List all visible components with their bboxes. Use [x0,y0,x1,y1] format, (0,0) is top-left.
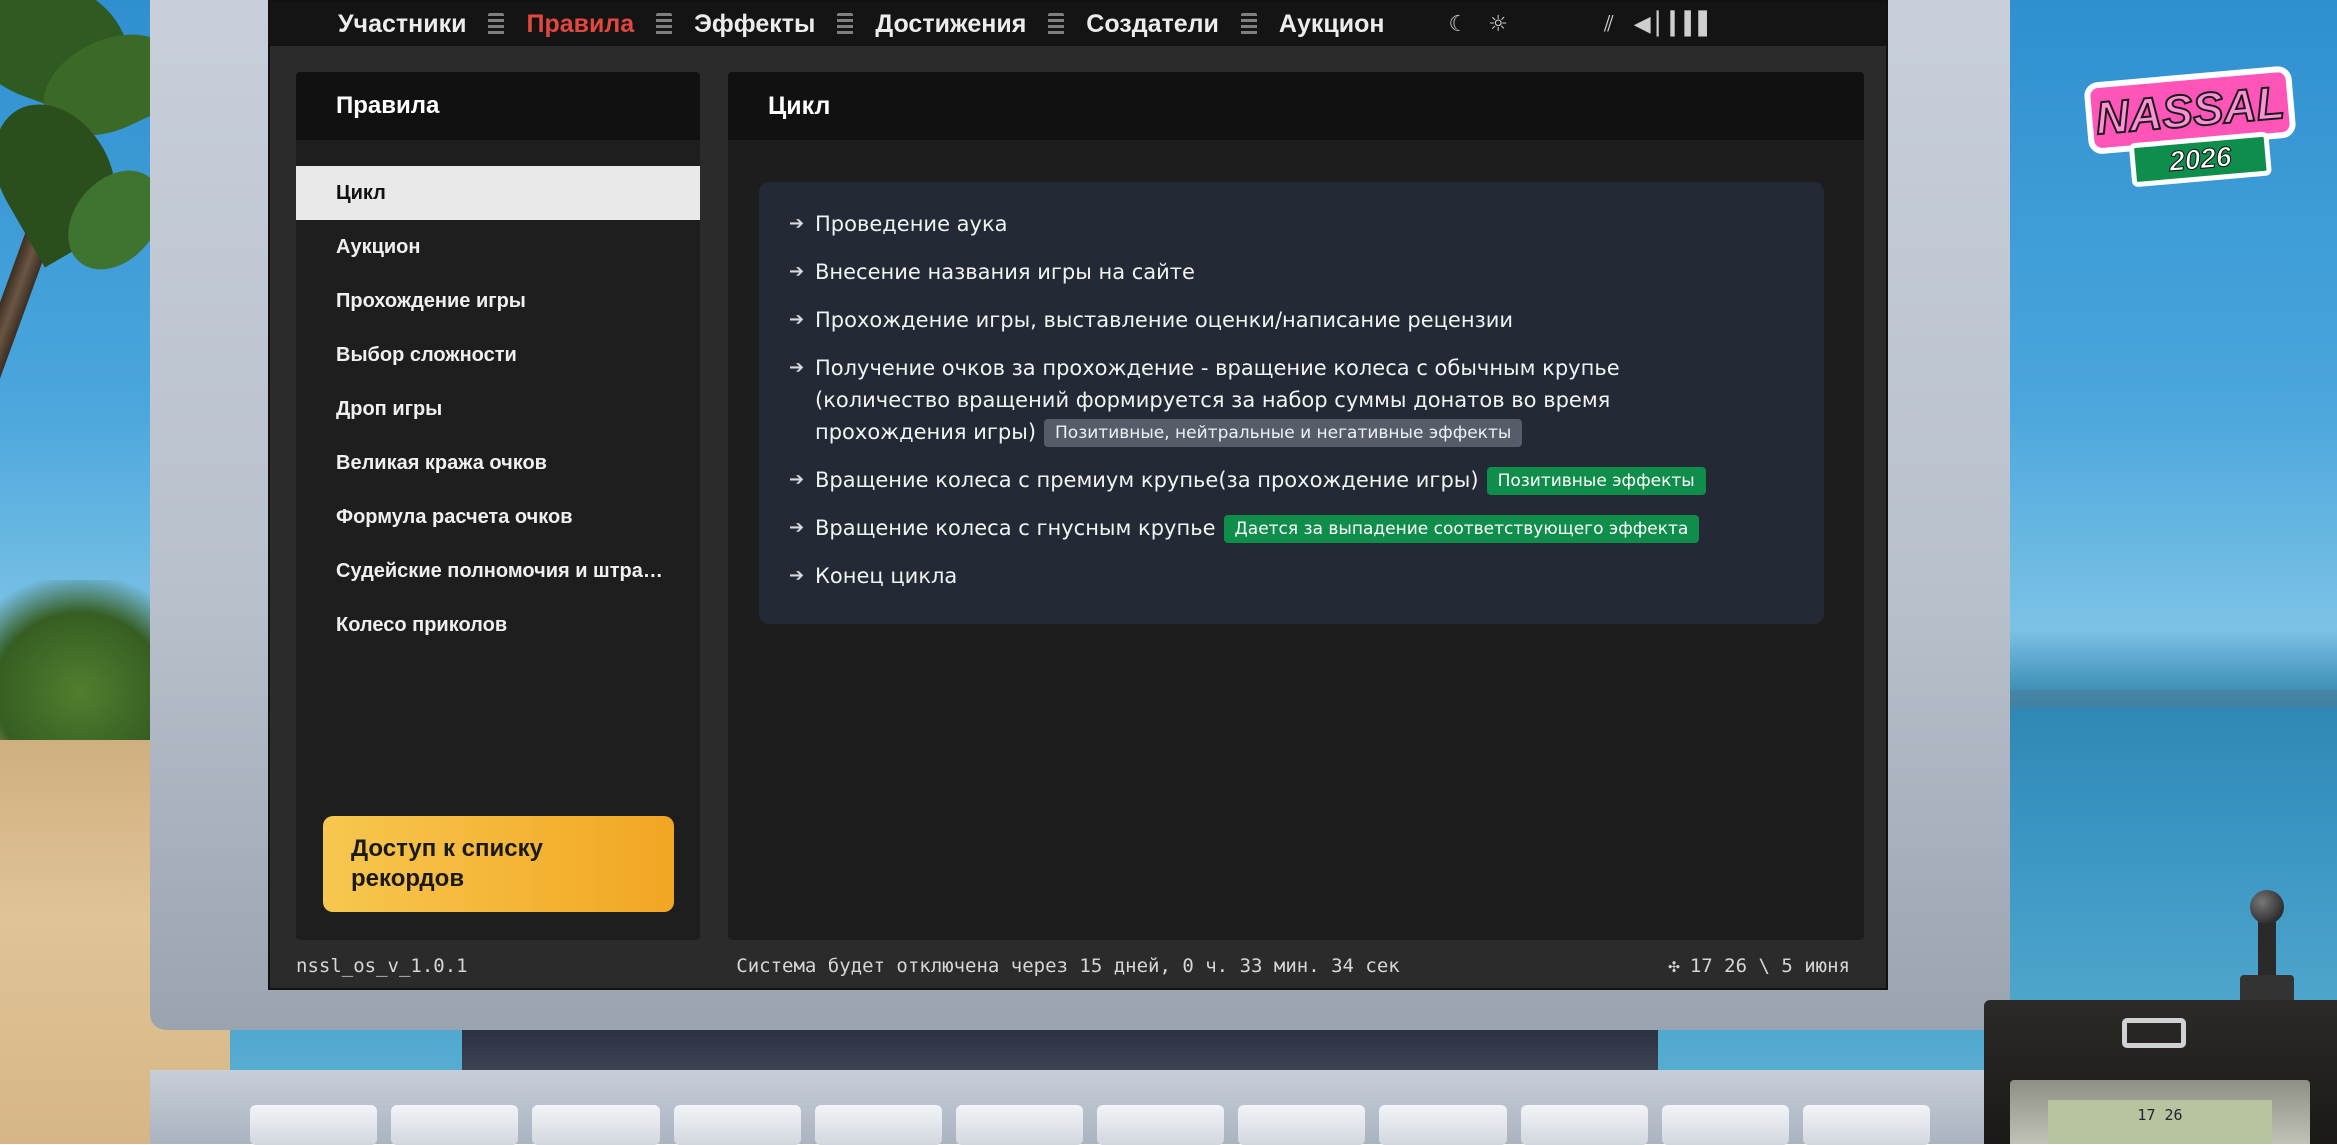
key [391,1105,519,1145]
sidebar-item-label: Цикл [336,181,386,204]
pager-device[interactable]: 17 26 [1984,1000,2337,1144]
key [1520,1105,1648,1145]
rules-content: Цикл ➔ Проведение аука ➔ Внесение назван… [728,72,1864,940]
sidebar-item-label: Дроп игры [336,397,443,420]
laptop-screen: Участники Правила Эффекты Достижения Соз… [268,0,1888,990]
effect-badge: Позитивные эффекты [1486,467,1706,495]
sidebar-title: Правила [296,72,700,140]
sidebar-item-label: Формула расчета очков [336,505,573,528]
nav-separator [1240,13,1257,35]
step-wrap: Вращение колеса с премиум крупье(за прох… [815,464,1706,496]
top-nav: Участники Правила Эффекты Достижения Соз… [270,2,1886,46]
arrow-right-icon: ➔ [789,261,805,282]
nav-item-creators[interactable]: Создатели [1086,10,1219,39]
pager-antenna-base [2240,975,2294,1000]
sidebar-item-label: Прохождение игры [336,289,526,312]
nav-item-achievements[interactable]: Достижения [875,10,1026,39]
nav-separator [656,13,673,35]
cycle-step: ➔ Вращение колеса с премиум крупье(за пр… [789,464,1794,496]
key [1097,1105,1225,1145]
step-text: Конец цикла [815,564,958,588]
sidebar-item-drop[interactable]: Дроп игры [296,382,700,436]
cycle-step: ➔ Вращение колеса с гнусным крупье Дается… [789,512,1794,544]
arrow-right-icon: ➔ [789,469,805,490]
pager-screen: 17 26 [2010,1080,2310,1144]
effect-badge: Позитивные, нейтральные и негативные эфф… [1044,419,1523,447]
pager-antenna-tip [2250,890,2284,924]
key [955,1105,1084,1145]
nav-item-rules[interactable]: Правила [526,10,634,39]
cycle-step: ➔ Внесение названия игры на сайте [789,256,1794,288]
step-text: Вращение колеса с гнусным крупье [815,516,1216,540]
horizon-island [1990,690,2337,708]
nav-separator [837,13,854,35]
page-title: Цикл [728,72,1864,140]
sidebar-item-label: Аукцион [336,235,421,258]
nassal-logo: NASSAL 2026 [2083,65,2300,201]
keyboard [250,1105,1931,1145]
key [814,1105,942,1145]
arrow-right-icon: ➔ [789,357,805,378]
sidebar-item-auction[interactable]: Аукцион [296,220,700,274]
key [250,1105,378,1145]
key [673,1105,801,1145]
sidebar-item-label: Великая кража очков [336,451,547,474]
sidebar-item-wheel[interactable]: Колесо приколов [296,598,700,652]
step-text: Проведение аука [815,212,1008,236]
pager-clip [2122,1018,2186,1048]
clock-date: 17 26 \ 5 июня [1689,955,1850,977]
cycle-steps-card: ➔ Проведение аука ➔ Внесение названия иг… [759,182,1824,624]
sidebar-item-label: Колесо приколов [336,613,508,636]
cycle-step: ➔ Проведение аука [789,208,1794,240]
arrow-right-icon: ➔ [789,565,805,586]
rules-sidebar: Правила Цикл Аукцион Прохождение игры Вы… [296,72,700,940]
volume-icon[interactable]: ◀ [1634,12,1651,37]
rules-menu: Цикл Аукцион Прохождение игры Выбор слож… [296,166,700,652]
nav-item-effects[interactable]: Эффекты [694,10,815,39]
signal-icon[interactable]: ⫽ [1604,12,1614,37]
volume-level-icon[interactable]: ▏▎▍▌ [1657,12,1716,37]
pager-time: 17 26 [2137,1106,2183,1124]
status-clock: ✣ 17 26 \ 5 июня [1668,955,1850,977]
arrow-right-icon: ➔ [789,309,805,330]
records-access-button[interactable]: Доступ к списку рекордов [323,816,674,912]
step-text: Вращение колеса с премиум крупье(за прох… [815,468,1479,492]
nav-separator [488,13,505,35]
key [1379,1105,1507,1145]
dpad-icon: ✣ [1668,955,1680,977]
cycle-step: ➔ Получение очков за прохождение - враще… [789,352,1794,448]
shutdown-countdown: Система будет отключена через 15 дней, 0… [736,955,1400,977]
arrow-right-icon: ➔ [789,213,805,234]
palm-trunk [0,220,55,643]
cycle-step: ➔ Прохождение игры, выставление оценки/н… [789,304,1794,336]
step-wrap: Получение очков за прохождение - вращени… [815,352,1655,448]
cycle-step: ➔ Конец цикла [789,560,1794,592]
nav-item-auction[interactable]: Аукцион [1279,10,1385,39]
nav-separator [1048,13,1065,35]
key [1238,1105,1366,1145]
key [1661,1105,1789,1145]
sidebar-item-playthrough[interactable]: Прохождение игры [296,274,700,328]
sidebar-item-cycle[interactable]: Цикл [296,166,700,220]
sidebar-item-label: Выбор сложности [336,343,517,366]
sidebar-item-points-formula[interactable]: Формула расчета очков [296,490,700,544]
nav-item-participants[interactable]: Участники [338,10,466,39]
sidebar-item-label: Судейские полномочия и штрафы [336,559,664,582]
key [1802,1105,1931,1145]
step-text: Прохождение игры, выставление оценки/нап… [815,308,1514,332]
step-wrap: Вращение колеса с гнусным крупье Дается з… [815,512,1700,544]
step-text: Внесение названия игры на сайте [815,260,1195,284]
sidebar-item-judge-powers[interactable]: Судейские полномочия и штрафы [296,544,700,598]
os-version: nssl_os_v_1.0.1 [296,955,468,977]
sidebar-item-points-heist[interactable]: Великая кража очков [296,436,700,490]
status-bar: nssl_os_v_1.0.1 Система будет отключена … [270,944,1886,988]
moon-icon[interactable]: ☾ [1448,12,1468,37]
key [532,1105,660,1145]
effect-badge: Дается за выпадение соответствующего эфф… [1223,515,1700,543]
arrow-right-icon: ➔ [789,517,805,538]
sun-icon[interactable]: ☼ [1488,12,1508,37]
sidebar-item-difficulty[interactable]: Выбор сложности [296,328,700,382]
pager-lcd: 17 26 [2048,1100,2272,1144]
